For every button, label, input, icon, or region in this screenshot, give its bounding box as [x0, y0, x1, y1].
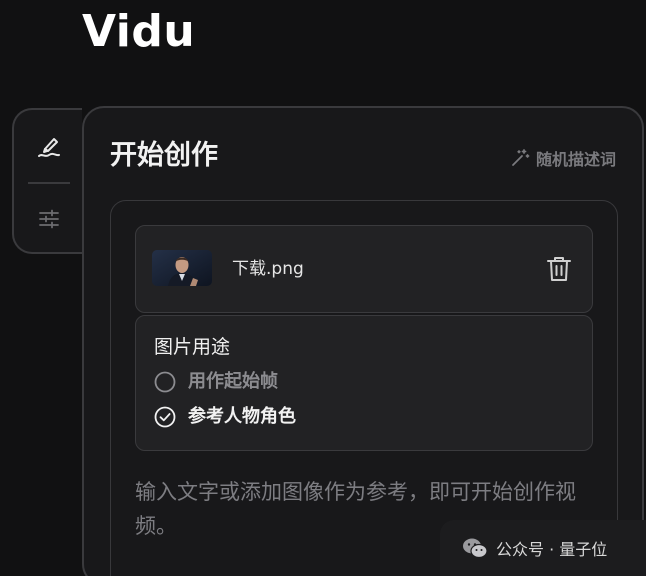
option-reference-character-label: 参考人物角色	[188, 406, 296, 427]
vidu-app: Vidu 开始创作 随机描述词 下载.png 图片用途 用作起始帧 参考人物角色…	[0, 0, 646, 576]
uploaded-file-card: 下载.png	[135, 225, 593, 313]
wechat-icon	[463, 538, 488, 559]
side-tab-divider	[28, 182, 70, 184]
random-prompt-button[interactable]: 随机描述词	[510, 146, 616, 170]
option-reference-character[interactable]: 参考人物角色	[154, 405, 296, 429]
vidu-logo: Vidu	[82, 6, 196, 57]
trash-icon	[547, 257, 571, 281]
magic-wand-icon	[512, 149, 530, 166]
panel-title: 开始创作	[110, 140, 218, 171]
watermark: 公众号 · 量子位	[440, 520, 646, 576]
image-thumbnail[interactable]	[152, 250, 212, 286]
option-start-frame-label: 用作起始帧	[188, 371, 278, 392]
watermark-text: 公众号 · 量子位	[496, 540, 608, 559]
delete-file-button[interactable]	[544, 254, 574, 284]
image-usage-card: 图片用途 用作起始帧 参考人物角色	[135, 315, 593, 451]
random-prompt-label: 随机描述词	[535, 150, 616, 169]
brush-icon	[38, 138, 60, 157]
file-name: 下载.png	[232, 259, 304, 279]
sliders-icon	[39, 209, 59, 229]
option-start-frame[interactable]: 用作起始帧	[154, 370, 278, 394]
tab-settings[interactable]	[24, 194, 74, 244]
tab-create[interactable]	[24, 122, 74, 172]
create-panel: 开始创作 随机描述词 下载.png 图片用途 用作起始帧 参考人物角色 输入文字…	[82, 106, 644, 576]
radio-unchecked-icon	[154, 371, 176, 393]
image-usage-title: 图片用途	[154, 336, 231, 358]
radio-checked-icon	[154, 406, 176, 428]
side-tab-strip	[12, 108, 82, 254]
